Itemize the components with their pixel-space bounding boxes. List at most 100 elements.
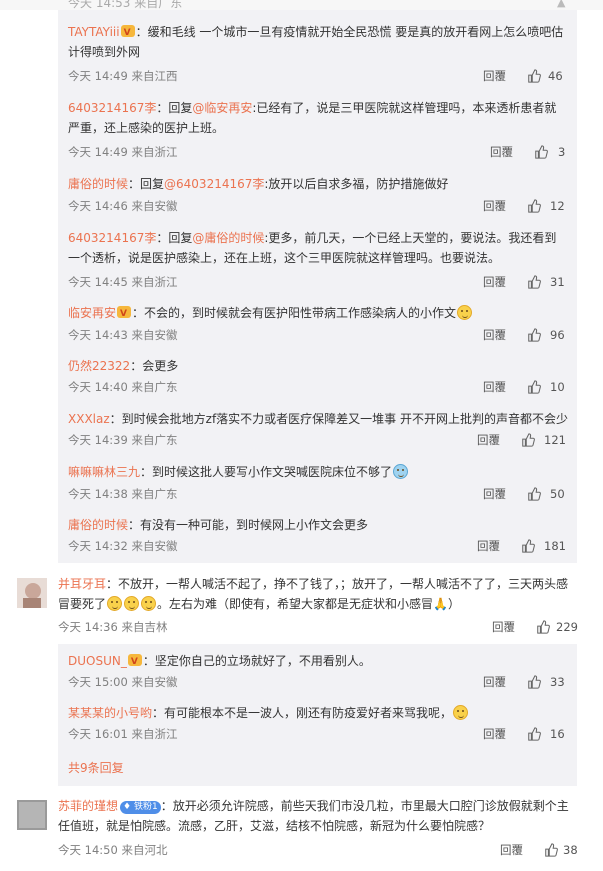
fan-badge: ♦ 铁粉1 [120,801,161,814]
avatar[interactable] [17,800,47,830]
like-count: 3 [558,145,566,159]
thumbs-up-icon[interactable] [527,275,541,289]
thumbs-up-icon[interactable] [536,620,550,634]
reply-time: 今天 14:38 来自广东 [68,487,178,501]
reply-text: XXXlaz：到时候会批地方zf落实不力或者医疗保障差又一堆事 开不开网上批判的… [68,412,568,426]
comment-time: 今天 14:36 来自吉林 [58,620,168,634]
reply-item: TAYTAYiii：缓和毛线 一个城市一旦有疫情就开始全民恐慌 要是真的放开看网… [68,22,568,83]
thumbs-up-icon[interactable] [521,539,535,553]
reply-item: 庸俗的时候：有没有一种可能，到时候网上小作文会更多 今天 14:32 来自安徽 … [68,515,568,553]
reply-button[interactable]: 回覆 [500,840,523,860]
reply-username[interactable]: 6403214167李 [68,101,156,115]
mention-link[interactable]: @临安再安 [192,101,252,115]
reply-meta: 今天 15:00 来自安徽 回覆 33 [68,672,568,692]
verified-badge-icon [117,304,132,324]
reply-item: 6403214167李：回复@庸俗的时候:更多，前几天，一个已经上天堂的，要说法… [68,228,568,289]
reply-item: 某某某的小号哟：有可能根本不是一波人，刚还有防疫爱好者来骂我呢， 今天 16:0… [68,703,568,741]
like-count: 33 [550,675,565,689]
reply-time: 今天 14:39 来自广东 [68,433,178,447]
like-count: 96 [550,328,565,342]
reply-button[interactable]: 回覆 [483,196,506,216]
reply-time: 今天 14:32 来自安徽 [68,539,178,553]
reply-button[interactable]: 回覆 [490,142,513,162]
reply-username[interactable]: 庸俗的时候 [68,177,128,191]
reply-username[interactable]: 庸俗的时候 [68,518,128,532]
reply-time: 今天 14:46 来自安徽 [68,199,178,213]
reply-username[interactable]: 仍然22322 [68,359,130,373]
thumbs-up-icon[interactable] [521,433,535,447]
mention-link[interactable]: @6403214167李 [164,177,264,191]
emoji-icon [453,705,469,720]
thumbs-up-icon[interactable] [534,145,548,159]
verified-badge-icon [120,23,135,43]
like-count: 10 [550,380,565,394]
pray-emoji-icon: 🙏 [433,597,448,611]
thumbs-up-icon[interactable] [527,380,541,394]
reply-text: 嘛嘛嘛林三九：到时候这批人要写小作文哭喊医院床位不够了 [68,462,568,482]
emoji-icon [457,305,473,320]
thumbs-up-icon[interactable] [544,843,558,857]
reply-text: 庸俗的时候：有没有一种可能，到时候网上小作文会更多 [68,518,369,532]
reply-button[interactable]: 回覆 [483,672,506,692]
thumbs-up-icon[interactable] [527,69,541,83]
like-count: 121 [544,433,566,447]
thumbs-up-icon[interactable] [527,328,541,342]
reply-time: 今天 14:45 来自浙江 [68,275,178,289]
thumbs-up-icon[interactable] [527,675,541,689]
reply-button[interactable]: 回覆 [483,377,506,397]
avatar[interactable] [17,578,47,608]
reply-item: 嘛嘛嘛林三九：到时候这批人要写小作文哭喊医院床位不够了 今天 14:38 来自广… [68,462,568,501]
reply-username[interactable]: 6403214167李 [68,231,156,245]
reply-text: TAYTAYiii：缓和毛线 一个城市一旦有疫情就开始全民恐慌 要是真的放开看网… [68,22,568,62]
reply-item: XXXlaz：到时候会批地方zf落实不力或者医疗保障差又一堆事 开不开网上批判的… [68,409,568,447]
reply-text: DUOSUN_：坚定你自己的立场就好了，不用看别人。 [68,651,568,672]
comment-text: 并耳牙耳：不放开，一帮人喊活不起了，挣不了钱了，；放开了，一帮人喊活不了了，三天… [58,574,578,614]
like-count: 46 [548,69,563,83]
reply-meta: 今天 14:39 来自广东 回覆 121 [68,430,568,450]
thumbs-up-icon: ▲ [557,0,566,9]
emoji-icon [107,596,123,611]
comment-username[interactable]: 并耳牙耳 [58,577,106,591]
reply-time: 今天 14:43 来自安徽 [68,328,178,342]
reply-item: 临安再安：不会的，到时候就会有医护阳性带病工作感染病人的小作文 今天 14:43… [68,303,568,342]
emoji-icon [141,596,157,611]
reply-button[interactable]: 回覆 [492,617,515,637]
reply-meta: 今天 14:46 来自安徽 回覆 12 [68,196,568,216]
reply-button[interactable]: 回覆 [483,272,506,292]
reply-meta: 今天 14:45 来自浙江 回覆 31 [68,272,568,292]
reply-text: 仍然22322：会更多 [68,359,179,373]
like-count: 31 [550,275,565,289]
reply-button[interactable]: 回覆 [477,430,500,450]
reply-button[interactable]: 回覆 [483,325,506,345]
comment-text: 苏菲的瑾想 ♦ 铁粉1 ：放开必须允许院感，前些天我们市没几粒，市里最大口腔门诊放假… [58,799,569,833]
view-all-replies-link[interactable]: 共9条回复 [68,759,124,776]
reply-button[interactable]: 回覆 [483,724,506,744]
reply-meta: 今天 14:32 来自安徽 回覆 181 [68,536,568,556]
reply-item: DUOSUN_：坚定你自己的立场就好了，不用看别人。 今天 15:00 来自安徽… [68,651,568,689]
comment-meta: 今天 14:36 来自吉林 回覆 229 [58,617,578,637]
verified-badge-icon [127,652,142,672]
reply-username[interactable]: 临安再安 [68,306,116,320]
reply-username[interactable]: TAYTAYiii [68,25,120,39]
reply-username[interactable]: 嘛嘛嘛林三九 [68,465,140,479]
reply-text: 某某某的小号哟：有可能根本不是一波人，刚还有防疫爱好者来骂我呢， [68,703,568,723]
thumbs-up-icon[interactable] [527,487,541,501]
reply-button[interactable]: 回覆 [477,536,500,556]
reply-username[interactable]: DUOSUN_ [68,654,127,668]
mention-link[interactable]: @庸俗的时候 [192,231,264,245]
previous-reply-cutoff: 今天 14:53 来自广东 ▲ [0,0,603,10]
reply-button[interactable]: 回覆 [483,484,506,504]
reply-item: 仍然22322：会更多 今天 14:40 来自广东 回覆 10 [68,356,568,394]
like-count: 229 [556,620,578,634]
reply-button[interactable]: 回覆 [483,66,506,86]
reply-username[interactable]: 某某某的小号哟 [68,706,152,720]
reply-meta: 今天 14:49 来自浙江 回覆 3 [68,142,568,162]
like-count: 38 [563,843,578,857]
thumbs-up-icon[interactable] [527,199,541,213]
reply-time: 今天 14:49 来自江西 [68,69,178,83]
thumbs-up-icon[interactable] [527,727,541,741]
like-count: 181 [544,539,566,553]
reply-username[interactable]: XXXlaz [68,412,110,426]
comment-username[interactable]: 苏菲的瑾想 [58,799,118,813]
like-count: 50 [550,487,565,501]
